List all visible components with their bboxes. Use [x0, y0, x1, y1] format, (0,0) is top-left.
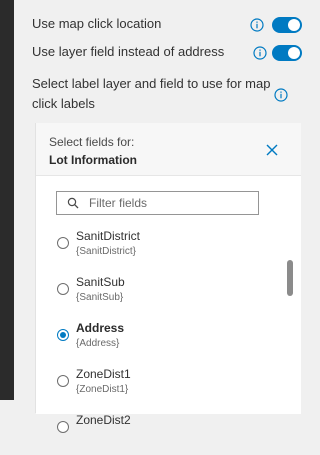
- side-panel-edge: [0, 0, 14, 400]
- field-name: SanitSub: [76, 275, 125, 289]
- settings-panel: Use map click location Use layer field i…: [14, 0, 302, 433]
- field-name: ZoneDist2: [76, 413, 131, 427]
- close-icon[interactable]: [265, 143, 279, 157]
- radio-button[interactable]: [57, 421, 69, 433]
- radio-button-checked[interactable]: [57, 329, 69, 341]
- setting-use-layer-field: Use layer field instead of address: [32, 43, 302, 61]
- toggle-knob: [288, 47, 300, 59]
- toggle-knob: [288, 19, 300, 31]
- panel-title: Lot Information: [49, 153, 137, 167]
- field-name: Address: [76, 321, 125, 335]
- info-icon[interactable]: [250, 18, 264, 32]
- setting-label-line1: Select label layer and field to use for …: [32, 76, 271, 91]
- radio-button[interactable]: [57, 283, 69, 295]
- field-alias: {ZoneDist1}: [76, 384, 129, 395]
- filter-fields-input[interactable]: [89, 194, 254, 212]
- setting-label-line2: click labels: [32, 96, 95, 111]
- setting-label: Use layer field instead of address: [32, 44, 225, 59]
- info-icon[interactable]: [253, 46, 267, 60]
- field-item[interactable]: SanitDistrict {SanitDistrict}: [36, 225, 286, 271]
- radio-button[interactable]: [57, 375, 69, 387]
- field-item[interactable]: ZoneDist2: [36, 409, 286, 455]
- setting-label: Use map click location: [32, 16, 162, 31]
- field-name: SanitDistrict: [76, 229, 141, 243]
- field-item-selected[interactable]: Address {Address}: [36, 317, 286, 363]
- map-click-location-toggle[interactable]: [272, 17, 302, 33]
- panel-header: Select fields for: Lot Information: [36, 123, 301, 175]
- field-alias: {SanitDistrict}: [76, 246, 137, 257]
- search-icon: [67, 197, 79, 209]
- radio-button[interactable]: [57, 237, 69, 249]
- field-alias: {SanitSub}: [76, 292, 124, 303]
- setting-map-click-location: Use map click location: [32, 15, 302, 33]
- scrollbar-thumb[interactable]: [287, 260, 293, 296]
- use-layer-field-toggle[interactable]: [272, 45, 302, 61]
- setting-label-layer-field: Select label layer and field to use for …: [32, 76, 297, 114]
- field-name: ZoneDist1: [76, 367, 131, 381]
- field-item[interactable]: SanitSub {SanitSub}: [36, 271, 286, 317]
- field-list: SanitDistrict {SanitDistrict} SanitSub {…: [36, 175, 301, 433]
- filter-box: [56, 191, 259, 215]
- field-item[interactable]: ZoneDist1 {ZoneDist1}: [36, 363, 286, 409]
- field-selector-panel: Select fields for: Lot Information Sanit…: [35, 123, 301, 433]
- panel-subtitle: Select fields for:: [49, 135, 135, 149]
- field-alias: {Address}: [76, 338, 120, 349]
- info-icon[interactable]: [274, 88, 288, 102]
